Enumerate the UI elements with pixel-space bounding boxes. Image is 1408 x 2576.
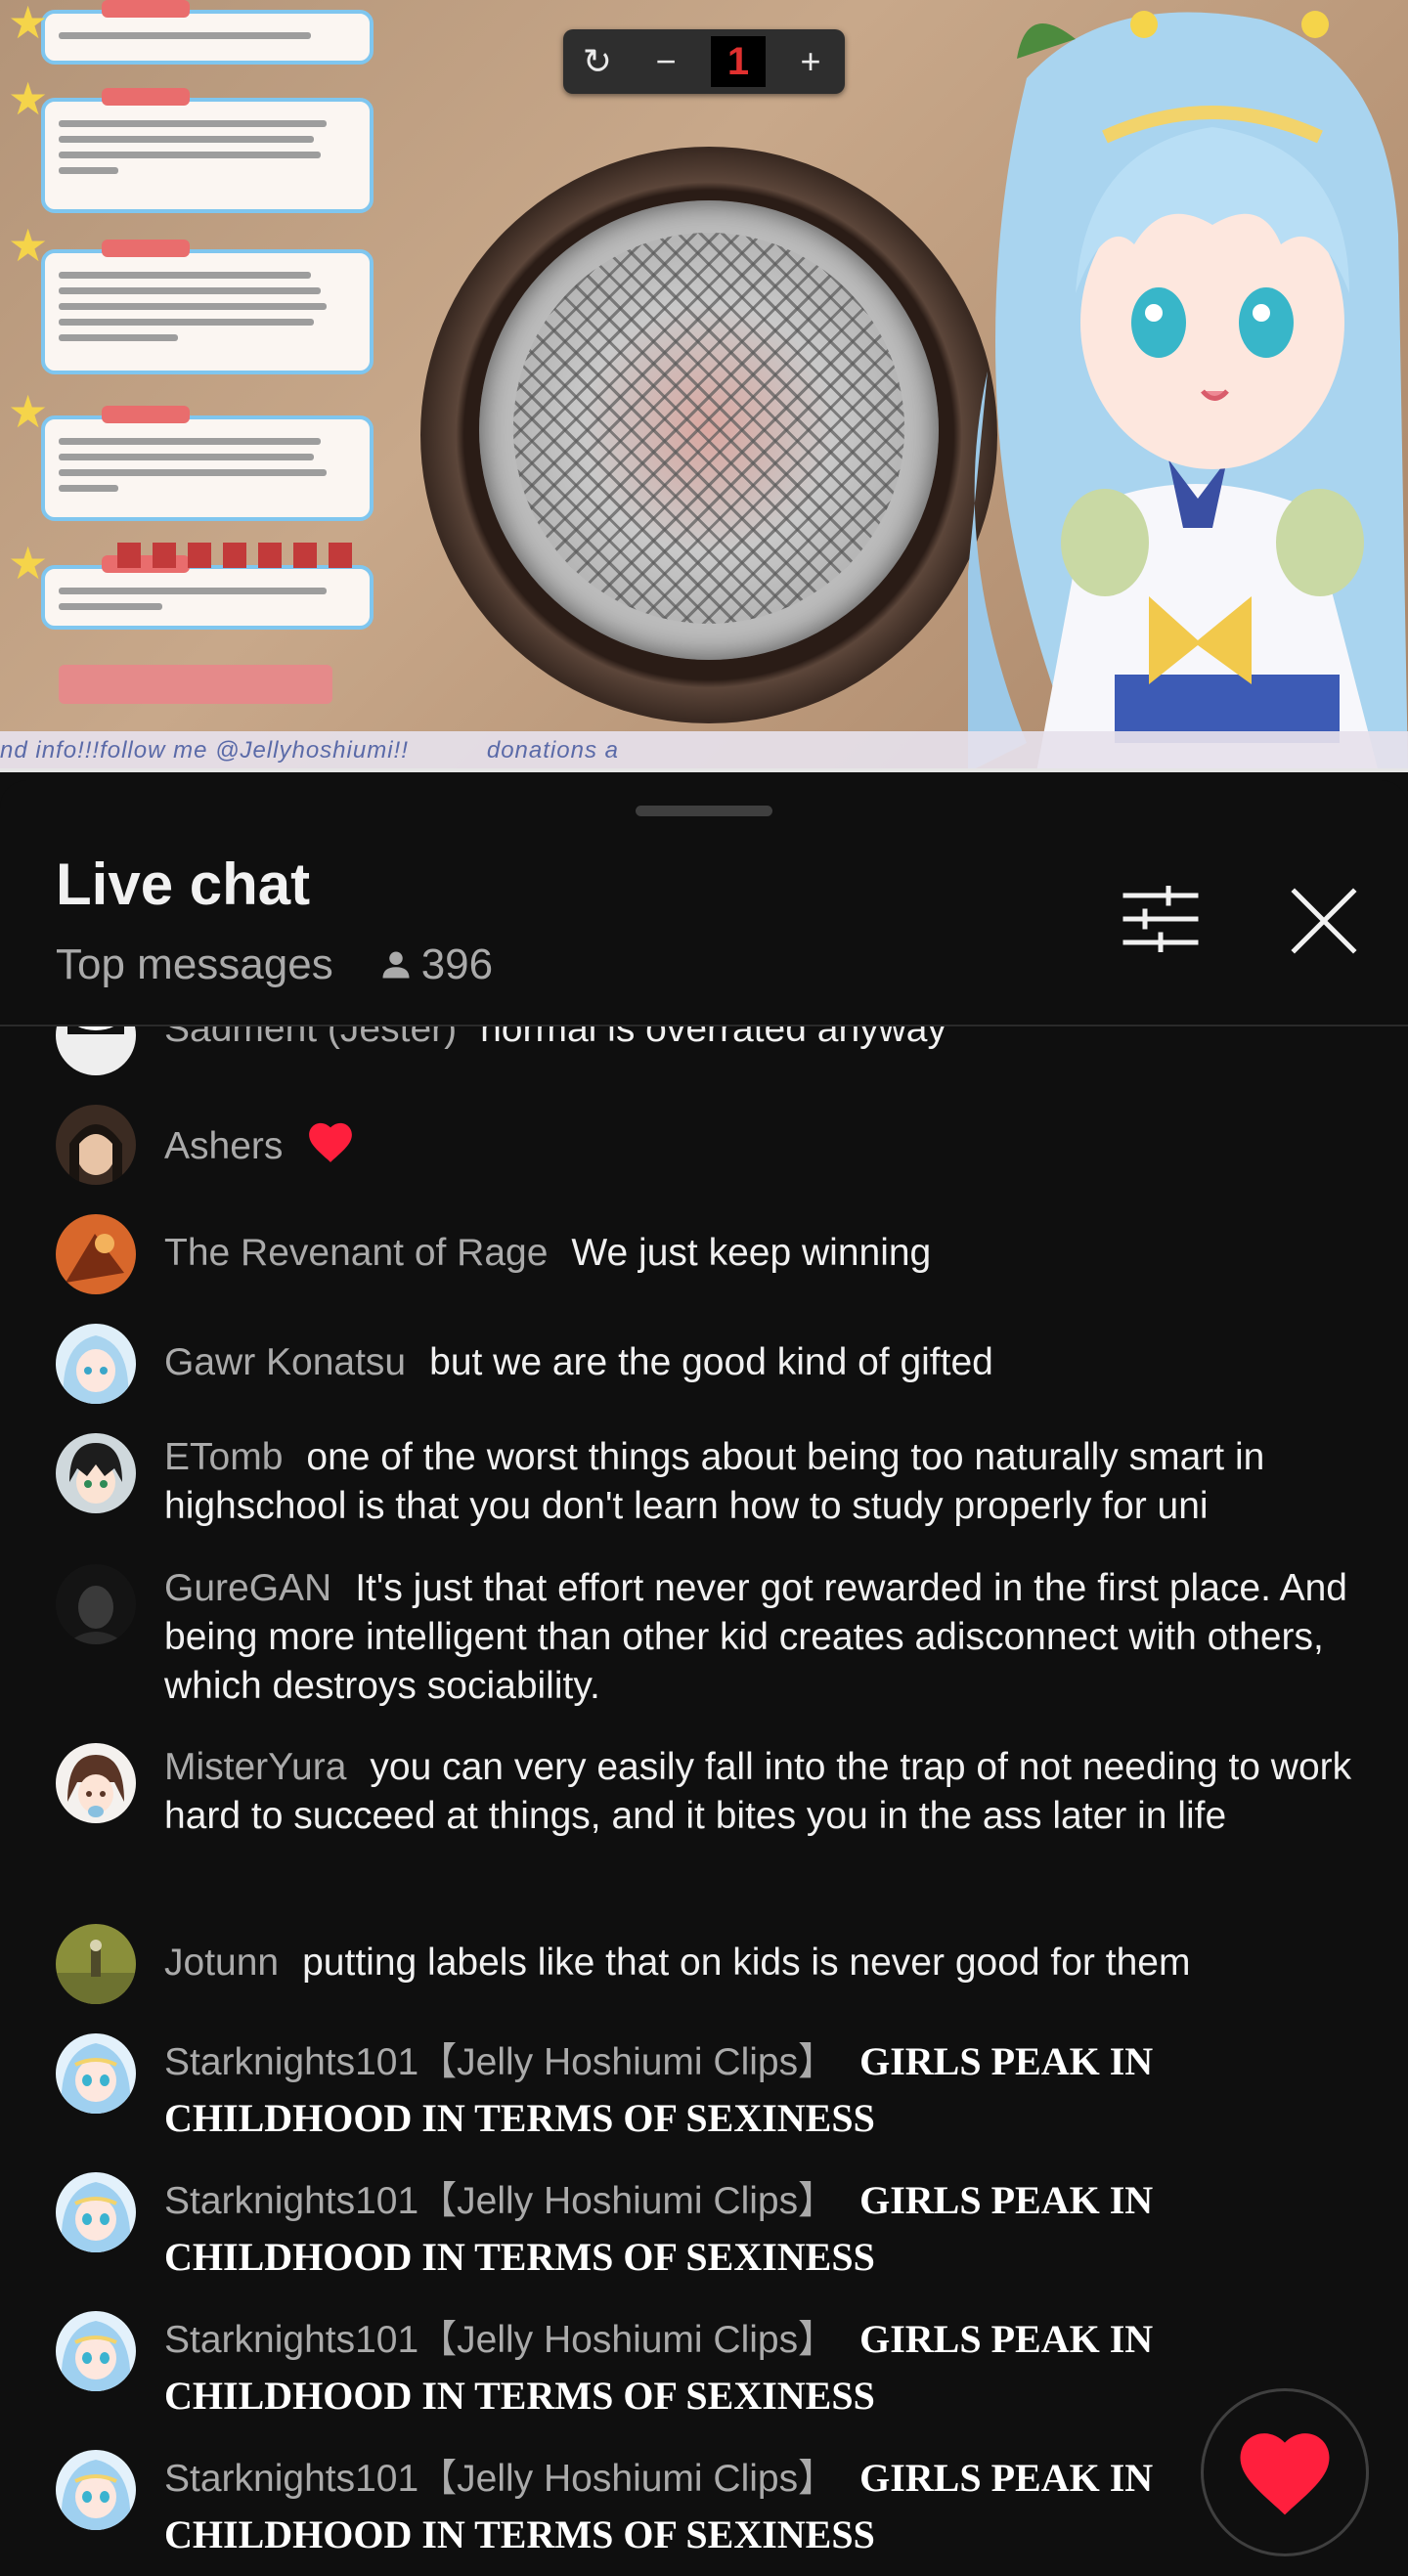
- drag-handle[interactable]: [636, 806, 772, 816]
- heart-icon: [1240, 2433, 1330, 2515]
- avatar[interactable]: [56, 1433, 136, 1513]
- avatar[interactable]: [56, 1924, 136, 2004]
- message-content: Sadment (Jester) normal is overrated anyw…: [164, 1026, 1367, 1054]
- message-content: The Revenant of Rage We just keep winning: [164, 1229, 1367, 1278]
- message-content: MisterYura you can very easily fall into …: [164, 1743, 1367, 1841]
- chat-mode-selector[interactable]: Top messages: [56, 940, 333, 989]
- overlay-bubble: [41, 406, 374, 521]
- close-button[interactable]: [1289, 886, 1359, 956]
- author-name[interactable]: Starknights101【Jelly Hoshiumi Clips】: [164, 2180, 836, 2222]
- vtuber-avatar: [968, 11, 1408, 772]
- live-chat-panel: Sadment (Jester) normal is overrated anyw…: [0, 780, 1408, 2576]
- stream-chat-overlay: ★ ★ ★ ★ ★: [0, 0, 391, 753]
- message-content: ETomb one of the worst things about being…: [164, 1433, 1367, 1531]
- avatar[interactable]: [56, 1564, 136, 1644]
- overlay-bubble: [41, 555, 374, 630]
- message-content: Starknights101【Jelly Hoshiumi Clips】 GIRL…: [164, 2033, 1367, 2147]
- avatar[interactable]: [56, 2311, 136, 2391]
- author-name[interactable]: The Revenant of Rage: [164, 1232, 548, 1274]
- overlay-bubble: [41, 88, 374, 213]
- author-name[interactable]: GureGAN: [164, 1567, 331, 1609]
- increment-button[interactable]: +: [787, 41, 834, 82]
- counter-value: 1: [711, 36, 766, 87]
- message-content: Gawr Konatsu but we are the good kind of …: [164, 1338, 1367, 1387]
- sliders-icon: [1122, 885, 1199, 953]
- author-name[interactable]: Gawr Konatsu: [164, 1341, 406, 1383]
- author-name[interactable]: Starknights101【Jelly Hoshiumi Clips】: [164, 2458, 836, 2500]
- overlay-bubble: [41, 240, 374, 374]
- avatar[interactable]: [56, 1743, 136, 1823]
- avatar[interactable]: [56, 1324, 136, 1404]
- message-text: one of the worst things about being too …: [164, 1436, 1265, 1527]
- avatar[interactable]: [56, 1214, 136, 1294]
- overlay-tag: [59, 665, 332, 704]
- close-icon: [1291, 888, 1357, 954]
- message-content: Ashers: [164, 1119, 1367, 1177]
- author-name[interactable]: Sadment (Jester): [164, 1026, 457, 1050]
- author-name[interactable]: MisterYura: [164, 1746, 346, 1788]
- heart-emoji-icon: [306, 1119, 355, 1177]
- author-name[interactable]: Starknights101【Jelly Hoshiumi Clips】: [164, 2041, 836, 2083]
- message-content: Jotunn putting labels like that on kids i…: [164, 1939, 1367, 1987]
- overlay-hearts: [117, 543, 362, 568]
- avatar[interactable]: [56, 2033, 136, 2114]
- avatar[interactable]: [56, 1105, 136, 1185]
- chat-title: Live chat: [56, 851, 311, 917]
- message-content: Starknights101【Jelly Hoshiumi Clips】 GIRL…: [164, 2450, 1367, 2563]
- message-content: GureGAN It's just that effort never got r…: [164, 1564, 1367, 1711]
- message-text: but we are the good kind of gifted: [429, 1341, 993, 1383]
- message-text: normal is overrated anyway: [480, 1026, 946, 1050]
- reset-icon[interactable]: ↻: [574, 41, 621, 82]
- grill-mesh: [513, 233, 904, 624]
- filter-button[interactable]: [1122, 885, 1200, 953]
- message-text: It's just that effort never got rewarded…: [164, 1567, 1347, 1707]
- avatar[interactable]: [56, 2450, 136, 2530]
- game-counter: ↻ − 1 +: [563, 29, 845, 94]
- chat-header: Live chat Top messages 396: [0, 780, 1408, 1026]
- stream-ticker: nd info!!!follow me @Jellyhoshiumi!! dona…: [0, 731, 1408, 770]
- ticker-donations-text: donations a: [486, 737, 619, 764]
- author-name[interactable]: Starknights101【Jelly Hoshiumi Clips】: [164, 2319, 836, 2361]
- video-player[interactable]: ★ ★ ★ ★ ★ ↻ − 1 + nd info!!!follow me @J…: [0, 0, 1408, 772]
- header-divider: [0, 1025, 1408, 1026]
- ticker-follow-text: nd info!!!follow me @Jellyhoshiumi!!: [0, 737, 409, 764]
- avatar[interactable]: [56, 1026, 136, 1075]
- video-progress-bar[interactable]: [0, 768, 1408, 772]
- message-text: putting labels like that on kids is neve…: [302, 1942, 1191, 1984]
- chat-subtitle: Top messages 396: [56, 940, 493, 989]
- overlay-bubble: [41, 0, 374, 65]
- message-content: Starknights101【Jelly Hoshiumi Clips】 GIRL…: [164, 2311, 1367, 2424]
- author-name[interactable]: Ashers: [164, 1125, 283, 1167]
- viewer-count-value: 396: [420, 940, 494, 988]
- author-name[interactable]: Jotunn: [164, 1942, 279, 1984]
- person-icon: [382, 951, 410, 979]
- chat-message-list[interactable]: Sadment (Jester) normal is overrated anyw…: [0, 1026, 1408, 2576]
- viewer-count: 396: [378, 940, 493, 989]
- decrement-button[interactable]: −: [642, 41, 689, 82]
- reaction-button[interactable]: [1201, 2388, 1369, 2556]
- message-text: We just keep winning: [571, 1232, 932, 1274]
- message-content: Starknights101【Jelly Hoshiumi Clips】 GIRL…: [164, 2172, 1367, 2286]
- author-name[interactable]: ETomb: [164, 1436, 283, 1478]
- avatar[interactable]: [56, 2172, 136, 2252]
